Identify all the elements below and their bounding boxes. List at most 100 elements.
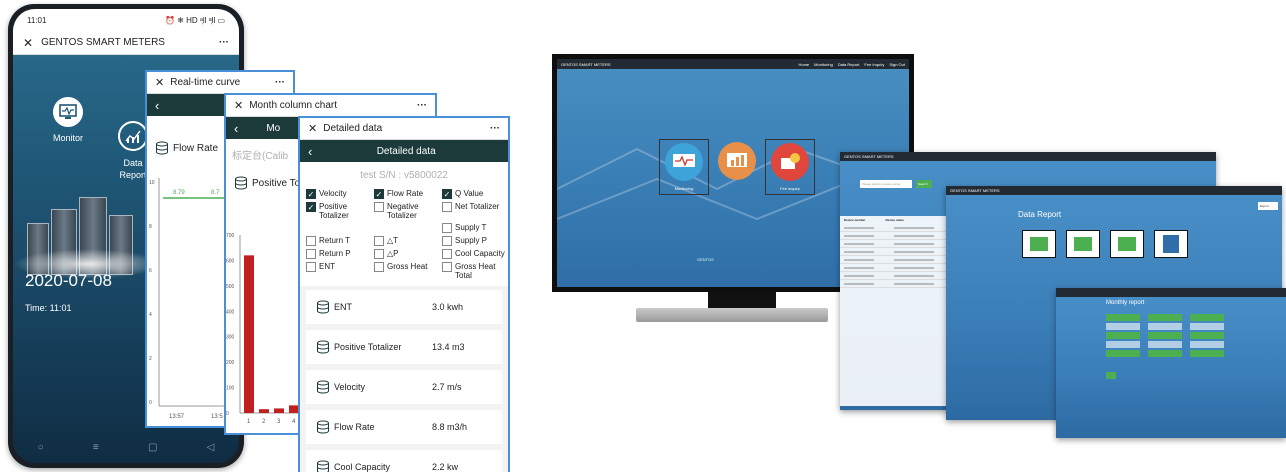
checked-checkbox-icon[interactable]: ✓ (306, 189, 316, 199)
parameter-checkbox[interactable]: △T (374, 236, 442, 246)
report-option[interactable] (1148, 341, 1182, 348)
table-row[interactable] (840, 240, 960, 248)
unchecked-checkbox-icon[interactable] (374, 249, 384, 259)
more-menu-icon[interactable]: ··· (417, 100, 427, 111)
unchecked-checkbox-icon[interactable] (306, 236, 316, 246)
report-option[interactable] (1148, 332, 1182, 339)
parameter-checkbox[interactable]: Negative Totalizer (374, 202, 442, 220)
export-button[interactable]: Export (1258, 202, 1278, 210)
unchecked-checkbox-icon[interactable] (374, 262, 384, 272)
nav-home[interactable]: Home (798, 62, 809, 67)
report-option[interactable] (1190, 323, 1224, 330)
parameter-checkbox[interactable]: Gross Heat (374, 262, 442, 280)
bar (259, 409, 269, 413)
device-table: Device number Device name (840, 216, 960, 406)
value-reading: 3.0 kwh (432, 302, 464, 312)
unchecked-checkbox-icon[interactable] (374, 202, 384, 212)
nav-data-report[interactable]: Data Report (838, 62, 860, 67)
fee-inquiry-tile[interactable]: Fee inquiry (765, 139, 815, 195)
nav-back-icon[interactable]: ◁ (207, 442, 215, 453)
parameter-checkbox[interactable]: Return T (306, 236, 374, 246)
report-option[interactable] (1106, 350, 1140, 357)
report-tile[interactable] (1110, 230, 1144, 258)
checked-checkbox-icon[interactable]: ✓ (374, 189, 384, 199)
nav-fee-inquiry[interactable]: Fee Inquiry (864, 62, 884, 67)
report-option[interactable] (1148, 314, 1182, 321)
database-icon (317, 380, 329, 394)
nav-sign-out[interactable]: Sign Out (889, 62, 905, 67)
unchecked-checkbox-icon[interactable] (442, 262, 452, 272)
report-option[interactable] (1190, 350, 1224, 357)
nav-title: Detailed data (376, 145, 436, 157)
card-header: ✕ Month column chart ··· (226, 95, 435, 117)
search-button[interactable]: Search (916, 180, 932, 188)
report-option[interactable] (1106, 341, 1140, 348)
parameter-checkbox[interactable]: Supply T (442, 223, 508, 233)
monitor-icon (665, 143, 703, 181)
parameter-checkbox[interactable]: ✓ Velocity (306, 189, 374, 199)
device-search-input[interactable]: Please select a device name (860, 180, 912, 188)
unchecked-checkbox-icon[interactable] (442, 249, 452, 259)
report-tile[interactable] (1022, 230, 1056, 258)
table-row[interactable] (840, 248, 960, 256)
checked-checkbox-icon[interactable]: ✓ (306, 202, 316, 212)
search-button[interactable] (1106, 372, 1116, 379)
table-row[interactable] (840, 232, 960, 240)
table-row[interactable] (840, 224, 960, 232)
unchecked-checkbox-icon[interactable] (442, 223, 452, 233)
monitoring-tile[interactable]: Monitoring (659, 139, 709, 195)
desktop-top-bar: GENTOS SMART METERS (946, 186, 1282, 195)
report-option[interactable] (1106, 332, 1140, 339)
nav-home-icon[interactable]: ▢ (148, 442, 157, 453)
card-title: Detailed data (323, 123, 383, 134)
parameter-checkbox[interactable]: Supply P (442, 236, 508, 246)
more-menu-icon[interactable]: ··· (219, 37, 229, 48)
report-option[interactable] (1148, 323, 1182, 330)
report-tile[interactable] (1066, 230, 1100, 258)
parameter-checkbox[interactable]: Cool Capacity (442, 249, 508, 259)
parameter-checkbox[interactable]: Gross Heat Total (442, 262, 508, 280)
table-row[interactable] (840, 280, 960, 288)
unchecked-checkbox-icon[interactable] (442, 202, 452, 212)
value-row: Positive Totalizer 13.4 m3 (306, 330, 502, 364)
status-bar: 11:01 ⏰ ❄ HD ᵃ᷊ll ᵃ᷊ll ▭ (13, 9, 239, 31)
report-option[interactable] (1106, 323, 1140, 330)
unchecked-checkbox-icon[interactable] (306, 262, 316, 272)
close-icon[interactable]: ✕ (23, 36, 33, 50)
close-icon[interactable]: ✕ (234, 99, 243, 112)
checked-checkbox-icon[interactable]: ✓ (442, 189, 452, 199)
parameter-checkbox[interactable]: ✓ Q Value (442, 189, 508, 199)
report-option[interactable] (1148, 350, 1182, 357)
close-icon[interactable]: ✕ (308, 122, 317, 135)
table-row[interactable] (840, 256, 960, 264)
report-option[interactable] (1190, 332, 1224, 339)
more-menu-icon[interactable]: ··· (490, 123, 500, 134)
report-option[interactable] (1190, 314, 1224, 321)
nav-circle-icon[interactable]: ○ (38, 442, 44, 453)
page-title: Data Report (1018, 210, 1062, 219)
value-list: ENT 3.0 kwh Positive Totalizer 13.4 m3 Veloc… (300, 286, 508, 472)
unchecked-checkbox-icon[interactable] (374, 236, 384, 246)
nav-monitoring[interactable]: Monitoring (814, 62, 833, 67)
table-row[interactable] (840, 264, 960, 272)
report-tile[interactable] (1154, 230, 1188, 258)
parameter-checkbox[interactable]: ✓ Flow Rate (374, 189, 442, 199)
parameter-checkbox[interactable]: ✓ Positive Totalizer (306, 202, 374, 220)
parameter-checkbox[interactable]: △P (374, 249, 442, 259)
nav-menu-icon[interactable]: ≡ (93, 442, 99, 453)
unchecked-checkbox-icon[interactable] (442, 236, 452, 246)
close-icon[interactable]: ✕ (155, 76, 164, 89)
report-option[interactable] (1106, 314, 1140, 321)
monitor-button[interactable]: Monitor (53, 97, 83, 143)
data-report-tile[interactable] (712, 139, 762, 195)
y-tick-label: 500 (226, 284, 235, 290)
parameter-checkbox[interactable]: Return P (306, 249, 374, 259)
report-option[interactable] (1190, 341, 1224, 348)
unchecked-checkbox-icon[interactable] (306, 249, 316, 259)
table-row[interactable] (840, 272, 960, 280)
parameter-checkbox[interactable]: ENT (306, 262, 374, 280)
parameter-checkbox[interactable]: Net Totalizer (442, 202, 508, 220)
checkbox-label: Net Totalizer (455, 202, 500, 211)
more-menu-icon[interactable]: ··· (275, 77, 285, 88)
fee-inquiry-label: Fee inquiry (780, 186, 800, 191)
